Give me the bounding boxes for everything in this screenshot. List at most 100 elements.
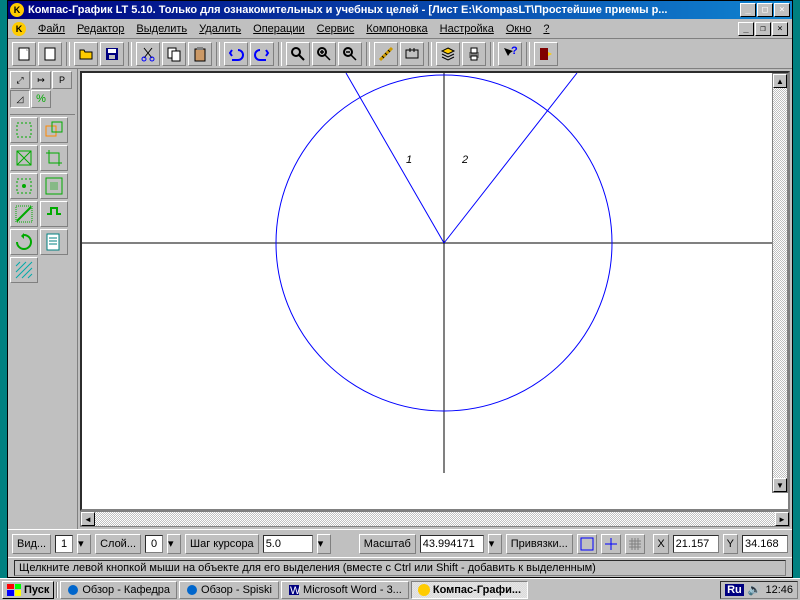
- tool-select-window[interactable]: [10, 173, 38, 199]
- step-input[interactable]: [263, 535, 313, 553]
- menu-layout[interactable]: Компоновка: [360, 21, 433, 37]
- drawing-canvas[interactable]: 1 2 ▲ ▼: [80, 71, 790, 511]
- scale-label: Масштаб: [359, 534, 416, 554]
- refresh-button[interactable]: [400, 42, 424, 66]
- menu-window[interactable]: Окно: [500, 21, 538, 37]
- windows-logo-icon: [7, 584, 21, 596]
- y-input[interactable]: [742, 535, 788, 553]
- tray-volume-icon[interactable]: 🔊: [748, 583, 762, 596]
- tool-select-poly[interactable]: [10, 145, 38, 171]
- grid-toggle[interactable]: [625, 534, 645, 554]
- layers-button[interactable]: [436, 42, 460, 66]
- tool-properties[interactable]: [40, 229, 68, 255]
- mdi-minimize-button[interactable]: _: [738, 22, 754, 36]
- tool-select-crop[interactable]: [40, 145, 68, 171]
- tool-select-chain[interactable]: [40, 201, 68, 227]
- canvas-label-2: 2: [461, 154, 468, 166]
- main-toolbar: ?: [8, 39, 792, 69]
- redo-button[interactable]: [250, 42, 274, 66]
- parameter-bar: Вид... ▾ Слой... ▾ Шаг курсора ▾ Масштаб…: [8, 529, 792, 557]
- status-text: Щелкните левой кнопкой мыши на объекте д…: [14, 560, 786, 576]
- exit-button[interactable]: [534, 42, 558, 66]
- new-doc-button[interactable]: [38, 42, 62, 66]
- scroll-right-button[interactable]: ►: [775, 512, 789, 526]
- new-sheet-button[interactable]: [12, 42, 36, 66]
- measure-button[interactable]: [374, 42, 398, 66]
- horizontal-scrollbar[interactable]: ◄ ►: [80, 511, 790, 527]
- svg-text:?: ?: [511, 46, 518, 57]
- snap-button[interactable]: Привязки...: [506, 534, 573, 554]
- titlebar: K Компас-График LT 5.10. Только для озна…: [8, 1, 792, 19]
- task-2[interactable]: Обзор - Spiski: [179, 581, 279, 599]
- tool-select-rect[interactable]: [10, 117, 38, 143]
- copy-button[interactable]: [162, 42, 186, 66]
- layer-dropdown[interactable]: ▾: [167, 534, 181, 554]
- mode-dim-button[interactable]: ⤢: [10, 71, 30, 89]
- step-label: Шаг курсора: [185, 534, 259, 554]
- save-button[interactable]: [100, 42, 124, 66]
- tool-select-add[interactable]: [40, 117, 68, 143]
- menu-select[interactable]: Выделить: [130, 21, 193, 37]
- scroll-down-button[interactable]: ▼: [773, 478, 787, 492]
- system-tray: Ru 🔊 12:46: [720, 581, 798, 599]
- mode-percent-button[interactable]: %: [31, 90, 51, 108]
- left-toolbox: ⤢ ↦ P ◿ %: [8, 69, 78, 529]
- view-dropdown[interactable]: ▾: [77, 534, 91, 554]
- x-input[interactable]: [673, 535, 719, 553]
- menu-delete[interactable]: Удалить: [193, 21, 247, 37]
- clock[interactable]: 12:46: [765, 584, 793, 596]
- snap-toggle-2[interactable]: [601, 534, 621, 554]
- step-dropdown[interactable]: ▾: [317, 534, 331, 554]
- tool-hatch[interactable]: [10, 257, 38, 283]
- maximize-button[interactable]: □: [757, 3, 773, 17]
- menu-operations[interactable]: Операции: [247, 21, 310, 37]
- scroll-left-button[interactable]: ◄: [81, 512, 95, 526]
- tool-select-line[interactable]: [10, 201, 38, 227]
- status-bar: Щелкните левой кнопкой мыши на объекте д…: [8, 557, 792, 577]
- paste-button[interactable]: [188, 42, 212, 66]
- mode-arrow-button[interactable]: ↦: [31, 71, 51, 89]
- mode-p-button[interactable]: P: [52, 71, 72, 89]
- snap-toggle-1[interactable]: [577, 534, 597, 554]
- menu-help[interactable]: ?: [537, 21, 555, 37]
- lang-indicator[interactable]: Ru: [725, 584, 744, 596]
- taskbar: Пуск Обзор - Кафедра Обзор - Spiski WMic…: [0, 578, 800, 600]
- view-input[interactable]: [55, 535, 73, 553]
- scroll-up-button[interactable]: ▲: [773, 74, 787, 88]
- menu-file[interactable]: Файл: [32, 21, 71, 37]
- canvas-label-1: 1: [406, 154, 412, 166]
- close-button[interactable]: ×: [774, 3, 790, 17]
- print-button[interactable]: [462, 42, 486, 66]
- tool-rotate[interactable]: [10, 229, 38, 255]
- start-button[interactable]: Пуск: [2, 581, 54, 599]
- task-1[interactable]: Обзор - Кафедра: [60, 581, 177, 599]
- layer-input[interactable]: [145, 535, 163, 553]
- svg-text:W: W: [290, 585, 300, 596]
- scale-input[interactable]: [420, 535, 484, 553]
- window-title: Компас-График LT 5.10. Только для ознако…: [28, 4, 740, 16]
- open-button[interactable]: [74, 42, 98, 66]
- zoom-out-button[interactable]: [338, 42, 362, 66]
- mdi-restore-button[interactable]: ❐: [755, 22, 771, 36]
- app-icon: K: [10, 3, 24, 17]
- scale-dropdown[interactable]: ▾: [488, 534, 502, 554]
- view-button[interactable]: Вид...: [12, 534, 51, 554]
- menu-editor[interactable]: Редактор: [71, 21, 130, 37]
- task-4-active[interactable]: Компас-Графи...: [411, 581, 528, 599]
- vertical-scrollbar[interactable]: ▲ ▼: [772, 73, 788, 493]
- undo-button[interactable]: [224, 42, 248, 66]
- mode-line-button[interactable]: ◿: [10, 90, 30, 108]
- x-label: X: [653, 534, 668, 554]
- help-button[interactable]: ?: [498, 42, 522, 66]
- menu-settings[interactable]: Настройка: [434, 21, 500, 37]
- tool-select-all[interactable]: [40, 173, 68, 199]
- menu-service[interactable]: Сервис: [311, 21, 361, 37]
- layer-button[interactable]: Слой...: [95, 534, 141, 554]
- mdi-close-button[interactable]: ×: [772, 22, 788, 36]
- cut-button[interactable]: [136, 42, 160, 66]
- minimize-button[interactable]: _: [740, 3, 756, 17]
- menubar: K Файл Редактор Выделить Удалить Операци…: [8, 19, 792, 39]
- zoom-button[interactable]: [286, 42, 310, 66]
- task-3[interactable]: WMicrosoft Word - 3...: [281, 581, 409, 599]
- zoom-in-button[interactable]: [312, 42, 336, 66]
